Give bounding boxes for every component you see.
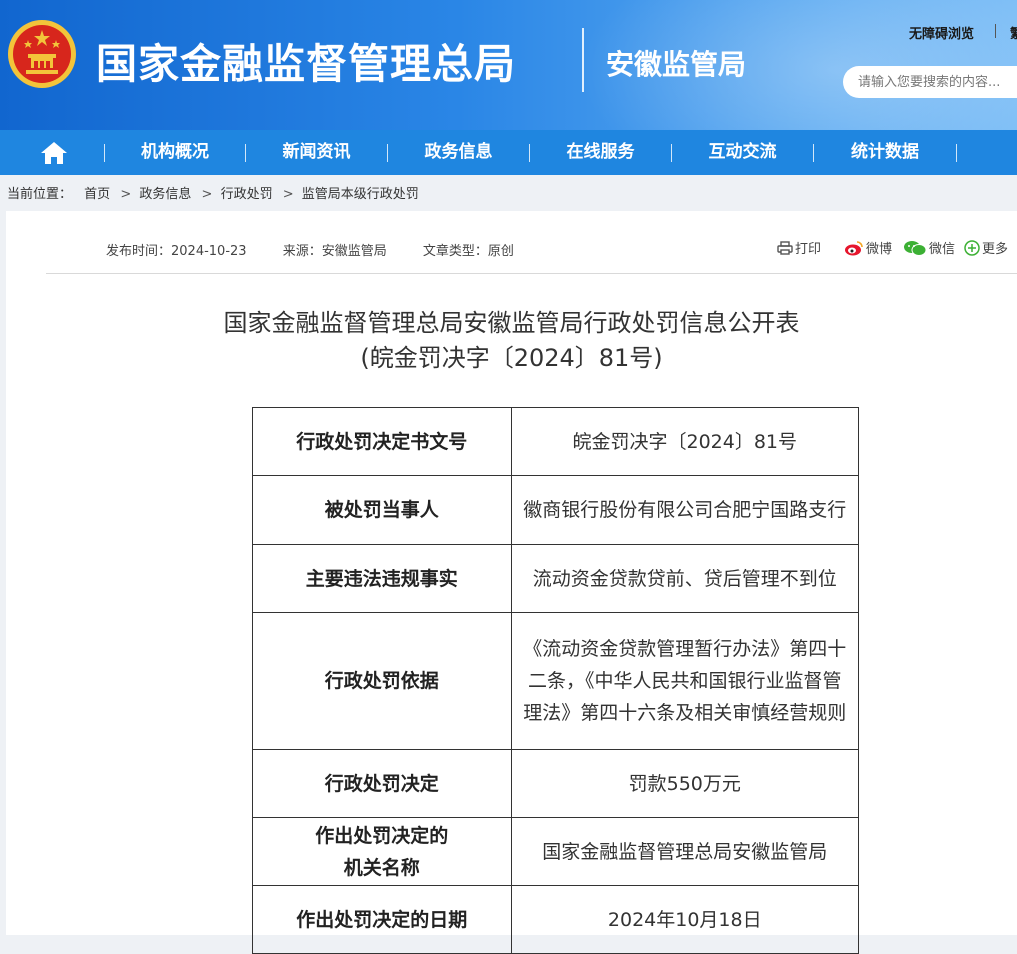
sub-title[interactable]: 安徽监管局	[606, 43, 746, 83]
article-card: 发布时间：2024-10-23 来源：安徽监管局 文章类型：原创 打印 微博 微…	[6, 211, 1017, 954]
row-value: 《流动资金贷款管理暂行办法》第四十二条，《中华人民共和国银行业监督管理法》第四十…	[510, 612, 860, 750]
breadcrumb-penalty[interactable]: 行政处罚	[221, 187, 273, 202]
table-row: 行政处罚决定 罚款550万元	[252, 749, 860, 818]
print-label: 打印	[795, 242, 822, 257]
share-wechat-button[interactable]: 微信	[903, 238, 955, 257]
breadcrumb-prefix: 当前位置：	[7, 187, 73, 202]
row-value: 2024年10月18日	[510, 885, 860, 954]
title-divider	[582, 28, 584, 92]
breadcrumb-separator: >	[201, 187, 213, 202]
table-row: 主要违法违规事实 流动资金贷款贷前、贷后管理不到位	[252, 544, 860, 613]
row-label: 作出处罚决定的 机关名称	[252, 817, 512, 886]
nav-item-news[interactable]: 新闻资讯	[246, 130, 387, 175]
article-source: 来源：安徽监管局	[282, 244, 387, 259]
row-label: 主要违法违规事实	[252, 544, 512, 613]
breadcrumb-home[interactable]: 首页	[84, 187, 110, 202]
print-button[interactable]: 打印	[777, 238, 821, 257]
row-value: 皖金罚决字〔2024〕81号	[510, 407, 860, 476]
weibo-label: 微博	[866, 242, 893, 257]
row-label: 被处罚当事人	[252, 475, 512, 545]
nav-separator	[956, 144, 957, 162]
wechat-label: 微信	[929, 242, 956, 257]
plus-circle-icon	[964, 239, 980, 256]
table-row: 行政处罚决定书文号 皖金罚决字〔2024〕81号	[252, 407, 860, 476]
wechat-icon	[904, 240, 927, 256]
weibo-icon	[845, 240, 863, 255]
document-number: (皖金罚决字〔2024〕81号)	[360, 344, 663, 372]
article-meta: 发布时间：2024-10-23 来源：安徽监管局 文章类型：原创	[106, 240, 546, 259]
row-value: 流动资金贷款贷前、贷后管理不到位	[510, 544, 860, 613]
nav-item-government-info[interactable]: 政务信息	[388, 130, 529, 175]
article-type: 文章类型：原创	[422, 244, 514, 259]
top-link-separator	[995, 24, 996, 38]
share-more-button[interactable]: 更多	[964, 238, 1008, 257]
print-icon	[777, 240, 793, 255]
row-label: 行政处罚决定书文号	[252, 407, 512, 476]
meta-divider	[46, 273, 1017, 274]
penalty-info-table: 行政处罚决定书文号 皖金罚决字〔2024〕81号 被处罚当事人 徽商银行股份有限…	[252, 407, 860, 954]
more-label: 更多	[982, 242, 1009, 257]
site-title[interactable]: 国家金融监督管理总局	[96, 30, 516, 90]
row-label-line: 机关名称	[343, 856, 420, 879]
home-icon[interactable]	[40, 141, 68, 165]
breadcrumb-separator: >	[120, 187, 132, 202]
breadcrumb-separator: >	[282, 187, 294, 202]
row-label: 作出处罚决定的日期	[252, 885, 512, 954]
share-weibo-button[interactable]: 微博	[844, 238, 892, 257]
search-input[interactable]	[843, 66, 1017, 98]
row-label: 行政处罚依据	[252, 612, 512, 750]
row-label: 行政处罚决定	[252, 749, 512, 818]
table-row: 行政处罚依据 《流动资金贷款管理暂行办法》第四十二条，《中华人民共和国银行业监督…	[252, 612, 860, 750]
nav-item-interaction[interactable]: 互动交流	[672, 130, 813, 175]
nav-item-online-services[interactable]: 在线服务	[530, 130, 671, 175]
document-title: 国家金融监督管理总局安徽监管局行政处罚信息公开表	[223, 309, 800, 337]
national-emblem-icon	[8, 20, 76, 88]
nav-item-statistics[interactable]: 统计数据	[814, 130, 956, 175]
main-nav: 机构概况 新闻资讯 政务信息 在线服务 互动交流 统计数据	[0, 130, 1017, 175]
table-row: 作出处罚决定的日期 2024年10月18日	[252, 885, 860, 954]
site-header: 国家金融监督管理总局 安徽监管局	[0, 0, 1017, 130]
publish-time: 发布时间：2024-10-23	[106, 244, 247, 259]
breadcrumb: 当前位置： 首页 > 政务信息 > 行政处罚 > 监管局本级行政处罚	[7, 183, 423, 202]
breadcrumb-local-penalty[interactable]: 监管局本级行政处罚	[302, 187, 419, 202]
traditional-chinese-link[interactable]: 繁	[1010, 23, 1017, 42]
row-value: 徽商银行股份有限公司合肥宁国路支行	[510, 475, 860, 545]
table-row: 被处罚当事人 徽商银行股份有限公司合肥宁国路支行	[252, 475, 860, 545]
breadcrumb-government-info[interactable]: 政务信息	[139, 187, 191, 202]
nav-item-organization[interactable]: 机构概况	[105, 130, 245, 175]
accessibility-link[interactable]: 无障碍浏览	[909, 23, 974, 42]
row-label-line: 作出处罚决定的	[315, 824, 449, 847]
row-value: 罚款550万元	[510, 749, 860, 818]
row-value: 国家金融监督管理总局安徽监管局	[510, 817, 860, 886]
table-row: 作出处罚决定的 机关名称 国家金融监督管理总局安徽监管局	[252, 817, 860, 886]
